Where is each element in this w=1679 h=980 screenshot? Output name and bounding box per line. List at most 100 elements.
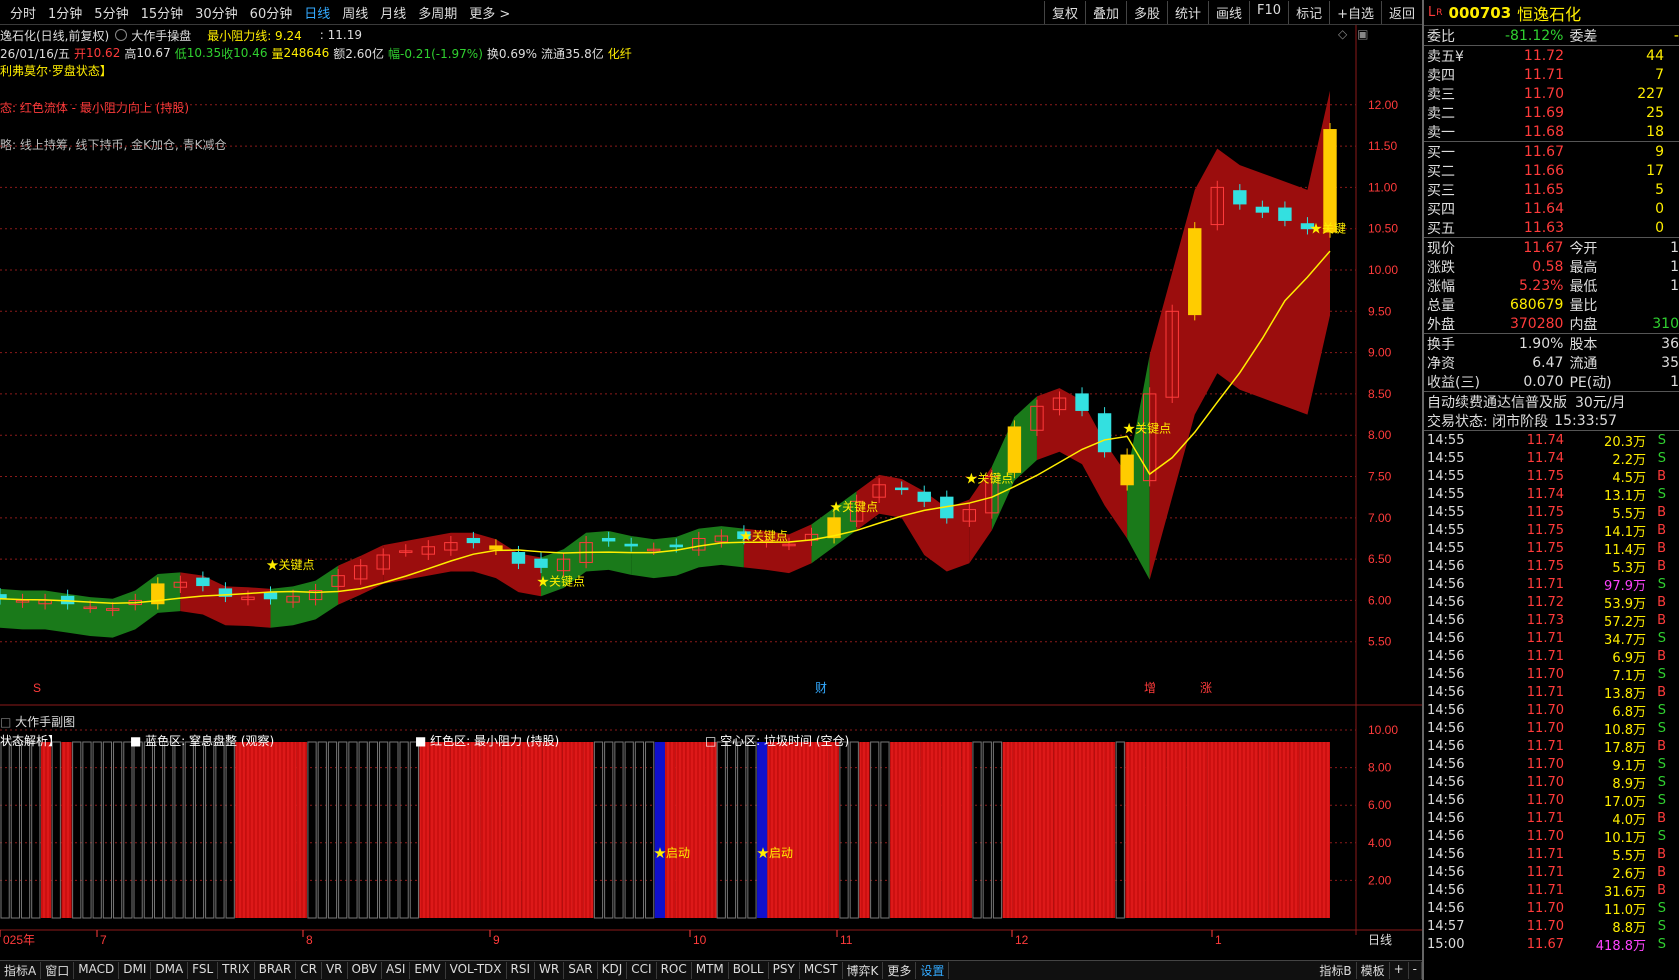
- indicator-tab[interactable]: MACD: [74, 962, 120, 979]
- tick-side: B: [1657, 468, 1666, 484]
- indicator-tab[interactable]: VR: [322, 962, 348, 979]
- indicator-tab[interactable]: KDJ: [598, 962, 628, 979]
- indicator-right-button[interactable]: +: [1390, 962, 1409, 979]
- indicator-tab[interactable]: OBV: [348, 962, 383, 979]
- stat-label-2: 最高: [1569, 259, 1598, 276]
- toolbar-action-button[interactable]: 画线: [1208, 0, 1249, 24]
- tick-volume: 31.6万: [1604, 884, 1646, 900]
- period-tab[interactable]: 1分钟: [42, 3, 88, 22]
- tick-price: 11.67: [1526, 936, 1564, 952]
- quote-title: L R 000703 恒逸石化: [1424, 0, 1679, 26]
- period-tab[interactable]: 15分钟: [135, 3, 190, 22]
- sub-bar-red: [552, 742, 563, 918]
- sub-bar-red: [665, 742, 676, 918]
- indicator-tab[interactable]: SAR: [564, 962, 598, 979]
- tick-side: B: [1657, 594, 1666, 610]
- daily-label[interactable]: 日线: [1368, 933, 1392, 947]
- tick-time: 14:56: [1427, 720, 1465, 736]
- indicator-tab[interactable]: RSI: [507, 962, 536, 979]
- indicator-tab[interactable]: CR: [296, 962, 322, 979]
- stock-code: 000703: [1448, 3, 1512, 22]
- r-marker: R: [1436, 7, 1443, 18]
- indicator-tab[interactable]: BRAR: [255, 962, 297, 979]
- indicator-tab[interactable]: MCST: [800, 962, 843, 979]
- indicator-tab[interactable]: 博弈K: [843, 962, 884, 979]
- tick-side: S: [1657, 720, 1666, 736]
- indicator-tab[interactable]: VOL-TDX: [446, 962, 507, 979]
- indicator-tab[interactable]: CCI: [627, 962, 657, 979]
- indicator-right-button[interactable]: 指标B: [1315, 962, 1357, 979]
- period-tab[interactable]: 周线: [336, 3, 374, 22]
- toolbar-action-button[interactable]: 复权: [1043, 0, 1085, 24]
- sub-bar-hollow: [184, 741, 194, 919]
- indicator-tab[interactable]: DMA: [151, 962, 189, 979]
- tick-time: 14:56: [1427, 648, 1465, 664]
- period-tab[interactable]: 月线: [374, 3, 412, 22]
- indicator-tab[interactable]: TRIX: [218, 962, 255, 979]
- sub-bar-red: [1012, 742, 1024, 918]
- toolbar-action-button[interactable]: 叠加: [1084, 0, 1126, 24]
- ad-text[interactable]: 自动续费通达信普及版: [1424, 392, 1567, 412]
- tick-side: B: [1657, 738, 1666, 754]
- stat-value: 680679: [1509, 296, 1564, 313]
- sub-bar-hollow: [317, 741, 327, 919]
- ad-row[interactable]: 自动续费通达信普及版 30元/月: [1424, 392, 1679, 411]
- sub-bar-hollow: [716, 741, 726, 919]
- stat-label-2: PE(动): [1569, 374, 1612, 391]
- sub-bar-hollow: [880, 741, 890, 919]
- tick-time: 14:56: [1427, 774, 1465, 790]
- sub-bar-red: [777, 742, 788, 918]
- tick-time: 14:56: [1427, 630, 1465, 646]
- tick-time: 14:57: [1427, 918, 1465, 934]
- tick-row: 14:56 11.71 97.9万 S: [1424, 575, 1679, 594]
- period-tab[interactable]: 60分钟: [244, 3, 299, 22]
- indicator-tab[interactable]: 窗口: [41, 962, 75, 979]
- tick-volume: 4.0万: [1612, 812, 1646, 828]
- indicator-tab[interactable]: ASI: [382, 962, 411, 979]
- indicator-tab[interactable]: EMV: [410, 962, 446, 979]
- indicator-tab[interactable]: WR: [535, 962, 565, 979]
- kline-chart[interactable]: 12.0011.5011.0010.5010.009.509.008.508.0…: [0, 25, 1422, 960]
- toolbar-action-button[interactable]: 返回: [1380, 0, 1422, 24]
- candle-body: [1075, 393, 1089, 411]
- bids-label: 买二: [1427, 163, 1455, 180]
- toolbar-action-button[interactable]: F10: [1249, 0, 1288, 24]
- period-tab[interactable]: 更多 >: [463, 3, 516, 22]
- ad-price[interactable]: 30元/月: [1575, 392, 1626, 412]
- indicator-tab[interactable]: PSY: [769, 962, 800, 979]
- toolbar-action-button[interactable]: 统计: [1167, 0, 1208, 24]
- indicator-tab[interactable]: BOLL: [729, 962, 769, 979]
- indicator-tab[interactable]: 更多: [883, 962, 917, 979]
- candle-body: [917, 491, 931, 502]
- y-tick-label: 11.50: [1368, 139, 1397, 153]
- sub-bar-red: [828, 742, 839, 918]
- asks-row: 卖四 11.71 7: [1424, 65, 1679, 84]
- toolbar-action-button[interactable]: 标记: [1288, 0, 1329, 24]
- bids-price: 11.66: [1523, 162, 1564, 179]
- tick-side: B: [1657, 810, 1666, 826]
- period-tab[interactable]: 多周期: [412, 3, 463, 22]
- indicator-tab[interactable]: MTM: [692, 962, 729, 979]
- asks-price: 11.70: [1523, 85, 1564, 102]
- tick-time: 14:56: [1427, 828, 1465, 844]
- indicator-tab[interactable]: DMI: [119, 962, 152, 979]
- indicator-right-button[interactable]: -: [1409, 962, 1422, 979]
- period-tab[interactable]: 5分钟: [88, 3, 134, 22]
- trend-band: [0, 90, 1330, 638]
- indicator-tab[interactable]: ROC: [657, 962, 692, 979]
- tick-side: S: [1657, 756, 1666, 772]
- tick-time: 14:56: [1427, 702, 1465, 718]
- indicator-tab[interactable]: FSL: [188, 962, 219, 979]
- toolbar-action-button[interactable]: +自选: [1329, 0, 1381, 24]
- sub-bar-hollow: [389, 741, 399, 919]
- indicator-right-button[interactable]: 模板: [1357, 962, 1390, 979]
- stat-row: 净资 6.47 流通 35: [1424, 353, 1679, 372]
- period-tab[interactable]: 分时: [4, 3, 42, 22]
- event-marker: 财: [815, 681, 827, 695]
- indicator-tab[interactable]: 设置: [916, 962, 950, 979]
- period-tab[interactable]: 日线: [298, 3, 336, 22]
- period-tab[interactable]: 30分钟: [189, 3, 244, 22]
- tick-volume: 2.2万: [1612, 452, 1646, 468]
- toolbar-action-button[interactable]: 多股: [1125, 0, 1167, 24]
- indicator-tab[interactable]: 指标A: [0, 962, 42, 979]
